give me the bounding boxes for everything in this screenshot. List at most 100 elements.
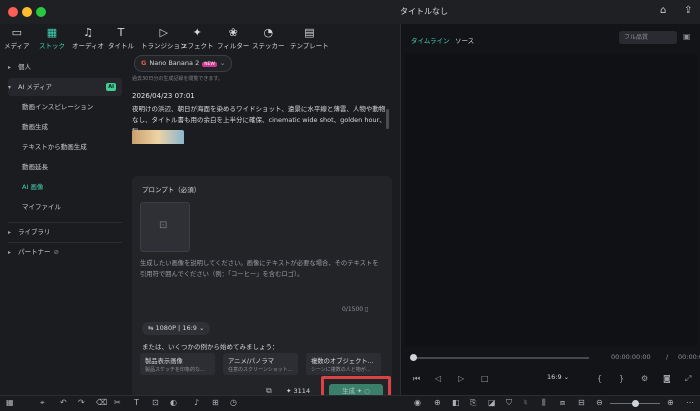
- bracket-left-icon[interactable]: {: [597, 374, 602, 383]
- clear-icon[interactable]: ▯: [365, 306, 368, 313]
- motion-icon[interactable]: ⎘: [470, 398, 476, 408]
- sidebar-item-my-files[interactable]: マイファイル: [8, 198, 122, 216]
- library-panel: ▭ メディア ▦ ストック ♫ オーディオ T タイトル ▷ トランジション ✦ エフェクト…: [0, 24, 401, 409]
- generated-image-thumbnail[interactable]: [132, 130, 184, 144]
- tab-sticker[interactable]: ◔ ステッカー: [252, 26, 285, 50]
- speed-icon[interactable]: ◷: [230, 398, 237, 407]
- tab-effect[interactable]: ✦ エフェクト: [181, 26, 214, 50]
- select-icon[interactable]: ⌖: [40, 398, 45, 408]
- tab-filter[interactable]: ❀ フィルター: [217, 26, 249, 50]
- tab-source[interactable]: ソース: [455, 35, 474, 45]
- history-note: 過去30日分の生成記録を閲覧できます。: [132, 76, 223, 82]
- help-icon[interactable]: ⊘: [54, 248, 59, 256]
- zoom-window-button[interactable]: [36, 7, 46, 17]
- aspect-ratio-selector[interactable]: 16:9 ⌄: [547, 373, 569, 381]
- keyframe-icon[interactable]: ⧈: [560, 398, 565, 408]
- example-card[interactable]: アニメ/パノラマ 任意のスクリーンショット...: [223, 353, 298, 375]
- render-icon[interactable]: ⊕: [434, 398, 441, 407]
- crop-icon[interactable]: ⊡: [152, 398, 159, 407]
- zoom-in-icon[interactable]: ⊕: [667, 398, 674, 407]
- snapshot-icon[interactable]: ▣: [683, 32, 691, 41]
- shield-icon[interactable]: ⛉: [506, 398, 512, 408]
- step-back-icon[interactable]: ⏮: [413, 374, 420, 384]
- timeline-toolbar: ▦ ⌖ ↶ ↷ ⌫ ✂ T ⊡ ◐ ♪ ⊞ ◷ ◉ ⊕ ◧ ⎘ ◪ ⛉ ♮ ⫼ …: [0, 395, 700, 411]
- bracket-right-icon[interactable]: }: [619, 374, 624, 383]
- zoom-slider-handle[interactable]: [632, 400, 639, 407]
- tab-transition[interactable]: ▷ トランジション: [141, 26, 187, 50]
- entry-date: 2026/04/23 07:01: [132, 92, 195, 100]
- tab-audio[interactable]: ♫ オーディオ: [72, 26, 104, 50]
- reference-image-upload[interactable]: ⊡: [140, 202, 190, 252]
- transform-icon[interactable]: ⊞: [212, 398, 219, 407]
- tab-media[interactable]: ▭ メディア: [4, 26, 30, 50]
- preview-panel: タイムライン ソース フル品質 ▣ 00:00:00:00 / 00:00:00…: [401, 24, 700, 395]
- stop-icon[interactable]: □: [481, 374, 489, 383]
- close-window-button[interactable]: [8, 7, 18, 17]
- scrollbar[interactable]: [386, 109, 389, 129]
- model-selector[interactable]: G Nano Banana 2 NEW ⌄: [134, 55, 233, 72]
- zoom-out-icon[interactable]: ⊖: [596, 398, 603, 407]
- sidebar-item-ai-image[interactable]: AI 画像: [8, 178, 122, 196]
- sidebar-item-video-inspiration[interactable]: 動画インスピレーション: [8, 98, 122, 116]
- play-icon[interactable]: ▷: [458, 374, 464, 383]
- credit-cost-icon: ○: [364, 388, 370, 395]
- sidebar-item-personal[interactable]: ▸ 個人: [8, 58, 122, 76]
- tab-template[interactable]: ▤ テンプレート: [290, 26, 329, 50]
- quality-selector[interactable]: フル品質: [619, 31, 677, 44]
- resolution-selector[interactable]: ⇆ 1080P | 16:9 ⌄: [142, 322, 211, 335]
- current-timecode: 00:00:00:00: [611, 353, 651, 361]
- tab-title[interactable]: T タイトル: [108, 26, 134, 50]
- playhead[interactable]: [410, 354, 417, 361]
- layout-icon[interactable]: ▦: [6, 398, 14, 407]
- minimize-window-button[interactable]: [22, 7, 32, 17]
- export-icon[interactable]: ⇪: [684, 5, 692, 16]
- fullscreen-icon[interactable]: ⤢: [685, 374, 691, 384]
- stock-icon: ▦: [46, 26, 58, 39]
- sidebar-item-text-to-video[interactable]: テキストから動画生成: [8, 138, 122, 156]
- chevron-right-icon: ▸: [8, 229, 12, 236]
- examples-label: または、いくつかの例から始めてみましょう：: [142, 343, 279, 351]
- chevron-right-icon: ▸: [8, 249, 12, 256]
- sidebar-item-ai-media[interactable]: ▾ AI メディア AI: [8, 78, 122, 96]
- audio-edit-icon[interactable]: ♪: [194, 398, 199, 407]
- chevron-down-icon: ▾: [8, 84, 12, 91]
- sidebar-item-partner[interactable]: ▸ パートナー ⊘: [8, 242, 122, 260]
- example-card[interactable]: 製品表示画像 製品スケッチを印象的な...: [140, 353, 215, 375]
- previous-frame-icon[interactable]: ◁: [435, 374, 441, 383]
- color-icon[interactable]: ◐: [170, 398, 177, 407]
- more-icon[interactable]: ⋯: [686, 398, 694, 407]
- window-title: タイトルなし: [400, 7, 448, 16]
- tab-stock[interactable]: ▦ ストック: [39, 26, 65, 50]
- microphone-icon[interactable]: ♮: [524, 398, 527, 407]
- gift-icon[interactable]: ⌂: [660, 5, 666, 16]
- mixer-icon[interactable]: ⫼: [542, 398, 546, 408]
- google-icon: G: [141, 59, 147, 67]
- redo-icon[interactable]: ↷: [78, 398, 85, 407]
- effect-icon: ✦: [192, 26, 202, 39]
- delete-icon[interactable]: ⌫: [96, 398, 107, 407]
- undo-icon[interactable]: ↶: [60, 398, 67, 407]
- snap-icon[interactable]: ⊟: [578, 398, 585, 407]
- text-icon[interactable]: T: [134, 398, 139, 407]
- timecode-separator: /: [666, 353, 669, 361]
- example-card[interactable]: 複数のオブジェクト... シーンに複数の人と物が...: [306, 353, 381, 375]
- sticker-icon: ◔: [263, 26, 274, 39]
- display-settings-icon[interactable]: ⚙: [641, 374, 648, 383]
- image-add-icon: ⊡: [159, 220, 168, 231]
- sidebar-item-library[interactable]: ▸ ライブラリ: [8, 222, 122, 240]
- marker-icon[interactable]: ◧: [452, 398, 460, 407]
- mask-icon[interactable]: ◪: [488, 398, 496, 407]
- transition-icon: ▷: [159, 26, 168, 39]
- audio-icon: ♫: [83, 26, 93, 39]
- camera-icon[interactable]: ◙: [663, 374, 671, 383]
- ai-copilot-icon[interactable]: ◉: [414, 398, 421, 407]
- sidebar-item-video-extend[interactable]: 動画延長: [8, 158, 122, 176]
- playback-progress[interactable]: [413, 357, 589, 359]
- split-icon[interactable]: ✂: [114, 398, 121, 407]
- tab-timeline[interactable]: タイムライン: [411, 35, 450, 45]
- total-timecode: 00:00:00:00: [678, 353, 700, 361]
- media-icon: ▭: [11, 26, 22, 39]
- sidebar-item-video-generation[interactable]: 動画生成: [8, 118, 122, 136]
- ai-badge: AI: [106, 83, 116, 91]
- new-badge: NEW: [202, 62, 217, 67]
